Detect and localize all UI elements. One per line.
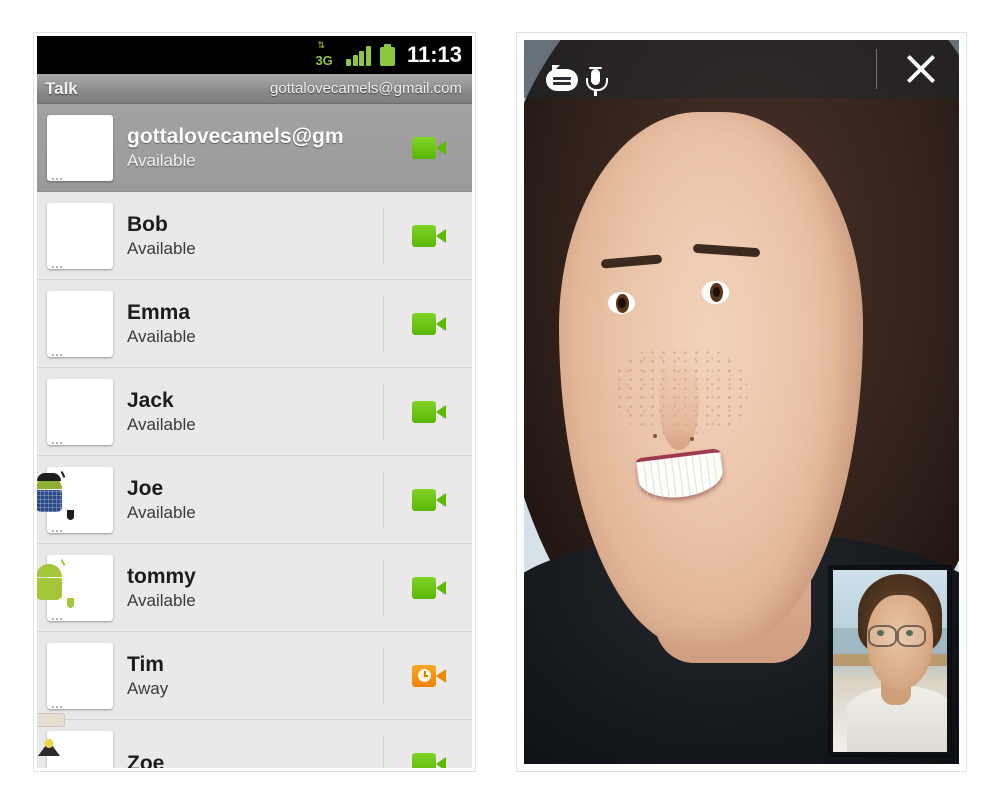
avatar	[47, 642, 113, 709]
3g-label: 3G	[315, 53, 333, 68]
contact-status: Available	[127, 326, 196, 346]
contact-name: gottalovecamels@gm	[127, 124, 344, 148]
contact-text: Zoe	[127, 751, 383, 769]
3g-data-icon: ⇅ 3G	[315, 42, 337, 68]
video-call-panel	[516, 32, 967, 772]
screenshot-stage: ⇅ 3G 11:13 Talk gottalovecamels@gmail.co…	[0, 0, 1000, 796]
talk-title-bar: Talk gottalovecamels@gmail.com	[37, 74, 472, 104]
video-eye-right	[701, 281, 730, 304]
row-divider	[383, 647, 384, 704]
row-divider	[383, 471, 384, 528]
row-divider	[383, 383, 384, 440]
avatar	[47, 378, 113, 445]
contact-row[interactable]: Tim Away	[37, 632, 472, 720]
contact-status: Available	[127, 150, 196, 170]
contact-text: Emma Available	[127, 300, 383, 348]
data-arrows-icon: ⇅	[317, 41, 326, 51]
contact-name: Joe	[127, 476, 164, 500]
video-mole-right	[689, 436, 694, 441]
video-call-icon[interactable]	[412, 488, 446, 511]
row-divider	[383, 207, 384, 264]
account-email-label[interactable]: gottalovecamels@gmail.com	[270, 80, 462, 97]
contact-text: Jack Available	[127, 388, 383, 436]
avatar	[37, 712, 113, 768]
contact-status: Available	[127, 502, 196, 522]
contact-name: Tim	[127, 652, 164, 676]
contact-text: tommy Available	[127, 564, 383, 612]
video-call-away-icon[interactable]	[412, 664, 446, 687]
contact-row[interactable]: gottalovecamels@gm Available	[37, 104, 472, 192]
contact-list[interactable]: gottalovecamels@gm Available Bob Available E…	[37, 104, 472, 768]
video-call-icon[interactable]	[412, 136, 446, 159]
avatar	[47, 202, 113, 269]
contact-name: Bob	[127, 212, 168, 236]
pip-glasses-right	[896, 624, 926, 647]
contact-text: Joe Available	[127, 476, 383, 524]
video-call-icon[interactable]	[412, 576, 446, 599]
signal-bars-icon	[346, 44, 371, 66]
android-status-bar: ⇅ 3G 11:13	[37, 36, 472, 74]
video-brow-left	[601, 254, 663, 269]
page-title: Talk	[45, 78, 78, 98]
video-stage	[524, 40, 959, 764]
contact-name: tommy	[127, 564, 196, 588]
video-call-icon[interactable]	[412, 752, 446, 768]
contact-text: Tim Away	[127, 652, 383, 700]
video-call-icon[interactable]	[412, 312, 446, 335]
talk-app-panel: ⇅ 3G 11:13 Talk gottalovecamels@gmail.co…	[33, 32, 476, 772]
contact-name: Jack	[127, 388, 174, 412]
contact-row[interactable]: tommy Available	[37, 544, 472, 632]
contact-status: Available	[127, 238, 196, 258]
row-divider	[383, 735, 384, 768]
contact-status: Available	[127, 414, 196, 434]
toolbar-divider	[876, 49, 877, 89]
video-brow-right	[692, 244, 760, 258]
video-smile	[635, 447, 726, 502]
avatar	[47, 290, 113, 357]
video-call-icon[interactable]	[412, 224, 446, 247]
row-divider	[383, 295, 384, 352]
video-nose	[659, 358, 699, 450]
avatar	[47, 114, 113, 181]
video-call-icon[interactable]	[412, 400, 446, 423]
row-divider	[383, 559, 384, 616]
contact-row[interactable]: Emma Available	[37, 280, 472, 368]
avatar	[37, 466, 113, 533]
video-eye-left	[607, 291, 635, 315]
contact-row[interactable]: Jack Available	[37, 368, 472, 456]
pip-eye-right	[905, 630, 913, 637]
self-view-thumbnail[interactable]	[829, 566, 951, 756]
contact-row[interactable]: Joe Available	[37, 456, 472, 544]
video-call-toolbar	[524, 40, 959, 98]
video-mole-left	[653, 433, 658, 438]
contact-row[interactable]: Zoe	[37, 712, 472, 769]
status-bar-clock: 11:13	[406, 42, 462, 67]
contact-name: Zoe	[127, 751, 165, 769]
contact-text: Bob Available	[127, 212, 383, 260]
contact-name: Emma	[127, 300, 191, 324]
phone-screen: ⇅ 3G 11:13 Talk gottalovecamels@gmail.co…	[37, 36, 472, 768]
self-video-feed	[833, 570, 947, 752]
close-x-icon[interactable]	[901, 49, 941, 89]
contact-text: gottalovecamels@gm Available	[127, 124, 383, 172]
battery-icon	[379, 44, 395, 66]
contact-row[interactable]: Bob Available	[37, 192, 472, 280]
pip-glasses-left	[868, 624, 898, 647]
contact-status: Available	[127, 590, 196, 610]
avatar	[37, 554, 113, 621]
row-divider	[383, 120, 384, 176]
contact-status: Away	[127, 678, 169, 698]
